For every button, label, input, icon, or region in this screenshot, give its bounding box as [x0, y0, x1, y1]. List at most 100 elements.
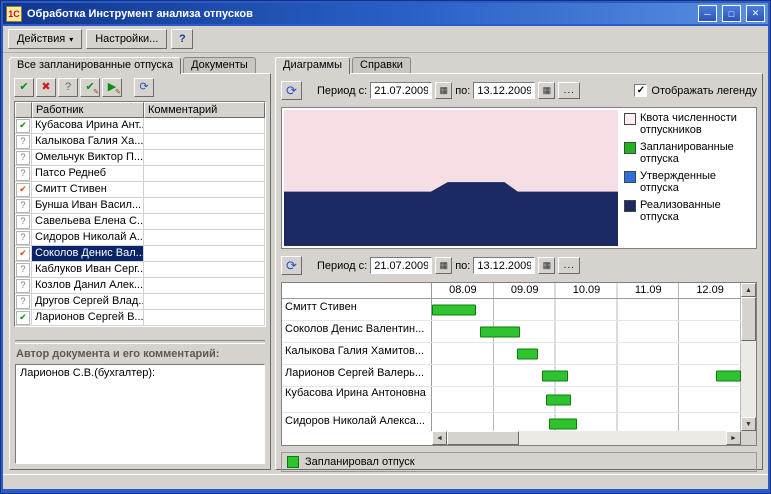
actions-menu-button[interactable]: Действия ▾ [8, 29, 82, 49]
table-row[interactable]: ✔Кубасова Ирина Ант... [15, 118, 265, 134]
gantt-horizontal-scrollbar[interactable]: ◄ ► [432, 431, 741, 445]
table-row[interactable]: ?Патсо Реднеб [15, 166, 265, 182]
approve-with-edit-button[interactable]: ✔✎ [80, 78, 100, 97]
period-more-button[interactable]: ... [558, 82, 580, 99]
calendar-icon[interactable]: ▦ [538, 82, 555, 99]
maximize-button[interactable]: □ [722, 5, 741, 22]
table-row[interactable]: ?Козлов Данил Алек... [15, 278, 265, 294]
reject-vacation-button[interactable]: ✖ [36, 78, 56, 97]
period-to-input[interactable] [473, 257, 535, 274]
worker-comment-cell[interactable] [144, 246, 265, 262]
author-comment-box[interactable]: Ларионов С.В.(бухгалтер): [15, 364, 265, 464]
worker-name-cell[interactable]: Кубасова Ирина Ант... [32, 118, 144, 134]
worker-name-cell[interactable]: Другов Сергей Влад... [32, 294, 144, 310]
table-row[interactable]: ?Савельева Елена С... [15, 214, 265, 230]
gantt-row[interactable]: Соколов Денис Валентин... [282, 321, 741, 343]
clear-status-button[interactable]: ? [58, 78, 78, 97]
approve-vacation-button[interactable]: ✔ [14, 78, 34, 97]
table-row[interactable]: ✔Смитт Стивен [15, 182, 265, 198]
table-row[interactable]: ✔Ларионов Сергей В... [15, 310, 265, 326]
worker-name-cell[interactable]: Сидоров Николай А... [32, 230, 144, 246]
vertical-scroll-track[interactable] [741, 341, 756, 417]
vacation-bar[interactable] [549, 418, 577, 429]
period-from-input[interactable] [370, 257, 432, 274]
period-to-input[interactable] [473, 82, 535, 99]
minimize-button[interactable]: ─ [698, 5, 717, 22]
close-button[interactable]: ✕ [746, 5, 765, 22]
post-with-edit-button[interactable]: ▶✎ [102, 78, 122, 97]
worker-name-cell[interactable]: Калыкова Галия Ха... [32, 134, 144, 150]
worker-name-cell[interactable]: Козлов Данил Алек... [32, 278, 144, 294]
vertical-scroll-thumb[interactable] [741, 297, 756, 341]
table-row[interactable]: ?Калыкова Галия Ха... [15, 134, 265, 150]
refresh-chart-button[interactable]: ⟳ [281, 81, 302, 100]
tab-reports[interactable]: Справки [352, 57, 411, 73]
worker-name-cell[interactable]: Савельева Елена С... [32, 214, 144, 230]
period-from-input[interactable] [370, 82, 432, 99]
worker-name-cell[interactable]: Патсо Реднеб [32, 166, 144, 182]
vacation-bar[interactable] [432, 304, 476, 315]
row-status-cell: ? [15, 150, 32, 166]
worker-comment-cell[interactable] [144, 214, 265, 230]
table-row[interactable]: ?Бунша Иван Васил... [15, 198, 265, 214]
help-button[interactable]: ? [171, 29, 193, 49]
worker-comment-cell[interactable] [144, 182, 265, 198]
calendar-icon[interactable]: ▦ [435, 82, 452, 99]
worker-comment-cell[interactable] [144, 150, 265, 166]
worker-name-cell[interactable]: Соколов Денис Вал... [32, 246, 144, 262]
table-row[interactable]: ?Каблуков Иван Серг... [15, 262, 265, 278]
vacation-bar[interactable] [546, 394, 571, 405]
tab-diagrams[interactable]: Диаграммы [275, 57, 350, 74]
vacation-bar[interactable] [480, 326, 520, 337]
vacation-bar[interactable] [716, 370, 741, 381]
worker-name-cell[interactable]: Омельчук Виктор П... [32, 150, 144, 166]
worker-comment-cell[interactable] [144, 262, 265, 278]
worker-table[interactable]: РаботникКомментарий ✔Кубасова Ирина Ант.… [14, 101, 266, 327]
worker-column-header[interactable]: Работник [32, 102, 144, 118]
vacation-bar[interactable] [542, 370, 568, 381]
worker-comment-cell[interactable] [144, 166, 265, 182]
comment-column-header[interactable]: Комментарий [144, 102, 265, 118]
horizontal-scroll-track[interactable] [519, 431, 726, 445]
worker-comment-cell[interactable] [144, 118, 265, 134]
tab-documents[interactable]: Документы [183, 57, 256, 73]
worker-name-cell[interactable]: Каблуков Иван Серг... [32, 262, 144, 278]
gantt-vertical-scrollbar[interactable]: ▲ ▼ [741, 283, 756, 431]
table-row[interactable]: ✔Соколов Денис Вал... [15, 246, 265, 262]
refresh-gantt-button[interactable]: ⟳ [281, 256, 302, 275]
worker-name-cell[interactable]: Бунша Иван Васил... [32, 198, 144, 214]
scroll-left-icon[interactable]: ◄ [432, 431, 447, 445]
scroll-down-icon[interactable]: ▼ [741, 417, 756, 431]
worker-comment-cell[interactable] [144, 230, 265, 246]
worker-comment-cell[interactable] [144, 278, 265, 294]
period-more-button[interactable]: ... [558, 257, 580, 274]
worker-comment-cell[interactable] [144, 134, 265, 150]
table-row[interactable]: ?Омельчук Виктор П... [15, 150, 265, 166]
scroll-up-icon[interactable]: ▲ [741, 283, 756, 297]
settings-button[interactable]: Настройки... [86, 29, 167, 49]
table-row[interactable]: ?Другов Сергей Влад... [15, 294, 265, 310]
gantt-row[interactable]: Ларионов Сергей Валерь... [282, 365, 741, 387]
gantt-row[interactable]: Смитт Стивен [282, 299, 741, 321]
titlebar[interactable]: 1С Обработка Инструмент анализа отпусков… [3, 3, 768, 24]
horizontal-scroll-thumb[interactable] [447, 431, 519, 445]
worker-comment-cell[interactable] [144, 294, 265, 310]
row-status-cell: ? [15, 278, 32, 294]
area-chart-svg [284, 110, 618, 246]
table-row[interactable]: ?Сидоров Николай А... [15, 230, 265, 246]
vacation-bar[interactable] [517, 348, 538, 359]
tab-all-planned-vacations[interactable]: Все запланированные отпуска [9, 57, 181, 74]
worker-comment-cell[interactable] [144, 198, 265, 214]
worker-name-cell[interactable]: Ларионов Сергей В... [32, 310, 144, 326]
refresh-list-button[interactable]: ⟳ [134, 78, 154, 97]
calendar-icon[interactable]: ▦ [435, 257, 452, 274]
gantt-row[interactable]: Сидоров Николай Алекса... [282, 413, 741, 431]
calendar-icon[interactable]: ▦ [538, 257, 555, 274]
gantt-header-name-cell [282, 283, 432, 298]
scroll-right-icon[interactable]: ► [726, 431, 741, 445]
gantt-row[interactable]: Кубасова Ирина Антоновна [282, 387, 741, 413]
worker-name-cell[interactable]: Смитт Стивен [32, 182, 144, 198]
show-legend-checkbox[interactable]: ✓ [634, 84, 647, 97]
gantt-row[interactable]: Калыкова Галия Хамитов... [282, 343, 741, 365]
worker-comment-cell[interactable] [144, 310, 265, 326]
